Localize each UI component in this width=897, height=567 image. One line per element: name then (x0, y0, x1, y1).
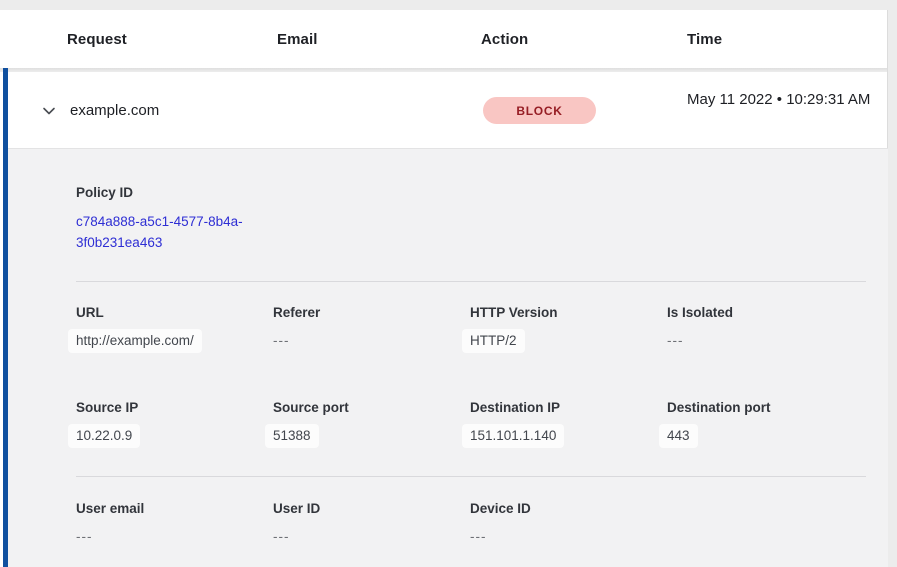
source-ip-label: Source IP (76, 398, 263, 418)
user-email-label: User email (76, 499, 263, 519)
url-field: URL http://example.com/ (76, 303, 273, 353)
destination-port-value: 443 (659, 424, 698, 448)
destination-port-label: Destination port (667, 398, 854, 418)
table-header-row: Request Email Action Time (0, 10, 887, 68)
is-isolated-label: Is Isolated (667, 303, 854, 323)
source-ip-field: Source IP 10.22.0.9 (76, 398, 273, 448)
url-label: URL (76, 303, 263, 323)
url-value: http://example.com/ (68, 329, 202, 353)
http-version-field: HTTP Version HTTP/2 (470, 303, 667, 353)
source-port-value: 51388 (265, 424, 319, 448)
column-header-request: Request (67, 31, 127, 48)
section-divider (76, 281, 866, 282)
log-table-row[interactable]: example.com BLOCK May 11 2022 • 10:29:31… (0, 72, 887, 148)
time-value: May 11 2022 • 10:29:31 AM (687, 88, 879, 112)
device-id-value: --- (470, 528, 487, 546)
policy-id-label: Policy ID (76, 183, 888, 203)
device-id-field: Device ID --- (470, 499, 667, 546)
source-ip-value: 10.22.0.9 (68, 424, 140, 448)
user-id-field: User ID --- (273, 499, 470, 546)
detail-row-network: Source IP 10.22.0.9 Source port 51388 De… (76, 398, 888, 448)
source-port-field: Source port 51388 (273, 398, 470, 448)
detail-row-user: User email --- User ID --- Device ID --- (76, 499, 888, 546)
column-header-time: Time (687, 31, 722, 48)
user-id-value: --- (273, 528, 290, 546)
log-table-card: Request Email Action Time example.com BL… (0, 10, 888, 567)
section-divider (76, 476, 866, 477)
user-email-field: User email --- (76, 499, 273, 546)
http-version-value: HTTP/2 (462, 329, 525, 353)
is-isolated-field: Is Isolated --- (667, 303, 864, 353)
expanded-detail-panel: Policy ID c784a888-a5c1-4577-8b4a-3f0b23… (8, 148, 888, 567)
destination-ip-label: Destination IP (470, 398, 657, 418)
policy-id-field: Policy ID c784a888-a5c1-4577-8b4a-3f0b23… (76, 183, 888, 253)
user-email-value: --- (76, 528, 93, 546)
user-id-label: User ID (273, 499, 460, 519)
destination-ip-field: Destination IP 151.101.1.140 (470, 398, 667, 448)
policy-id-link[interactable]: c784a888-a5c1-4577-8b4a-3f0b231ea463 (76, 211, 272, 253)
referer-value: --- (273, 332, 290, 350)
destination-port-field: Destination port 443 (667, 398, 864, 448)
column-header-email: Email (277, 31, 318, 48)
http-version-label: HTTP Version (470, 303, 657, 323)
detail-row-http: URL http://example.com/ Referer --- HTTP… (76, 303, 888, 353)
referer-field: Referer --- (273, 303, 470, 353)
chevron-down-icon[interactable] (40, 102, 58, 120)
selected-row-accent-bar (3, 68, 8, 567)
destination-ip-value: 151.101.1.140 (462, 424, 564, 448)
action-block-badge: BLOCK (483, 97, 596, 124)
is-isolated-value: --- (667, 332, 684, 350)
referer-label: Referer (273, 303, 460, 323)
request-value: example.com (70, 102, 159, 119)
source-port-label: Source port (273, 398, 460, 418)
column-header-action: Action (481, 31, 528, 48)
device-id-label: Device ID (470, 499, 657, 519)
